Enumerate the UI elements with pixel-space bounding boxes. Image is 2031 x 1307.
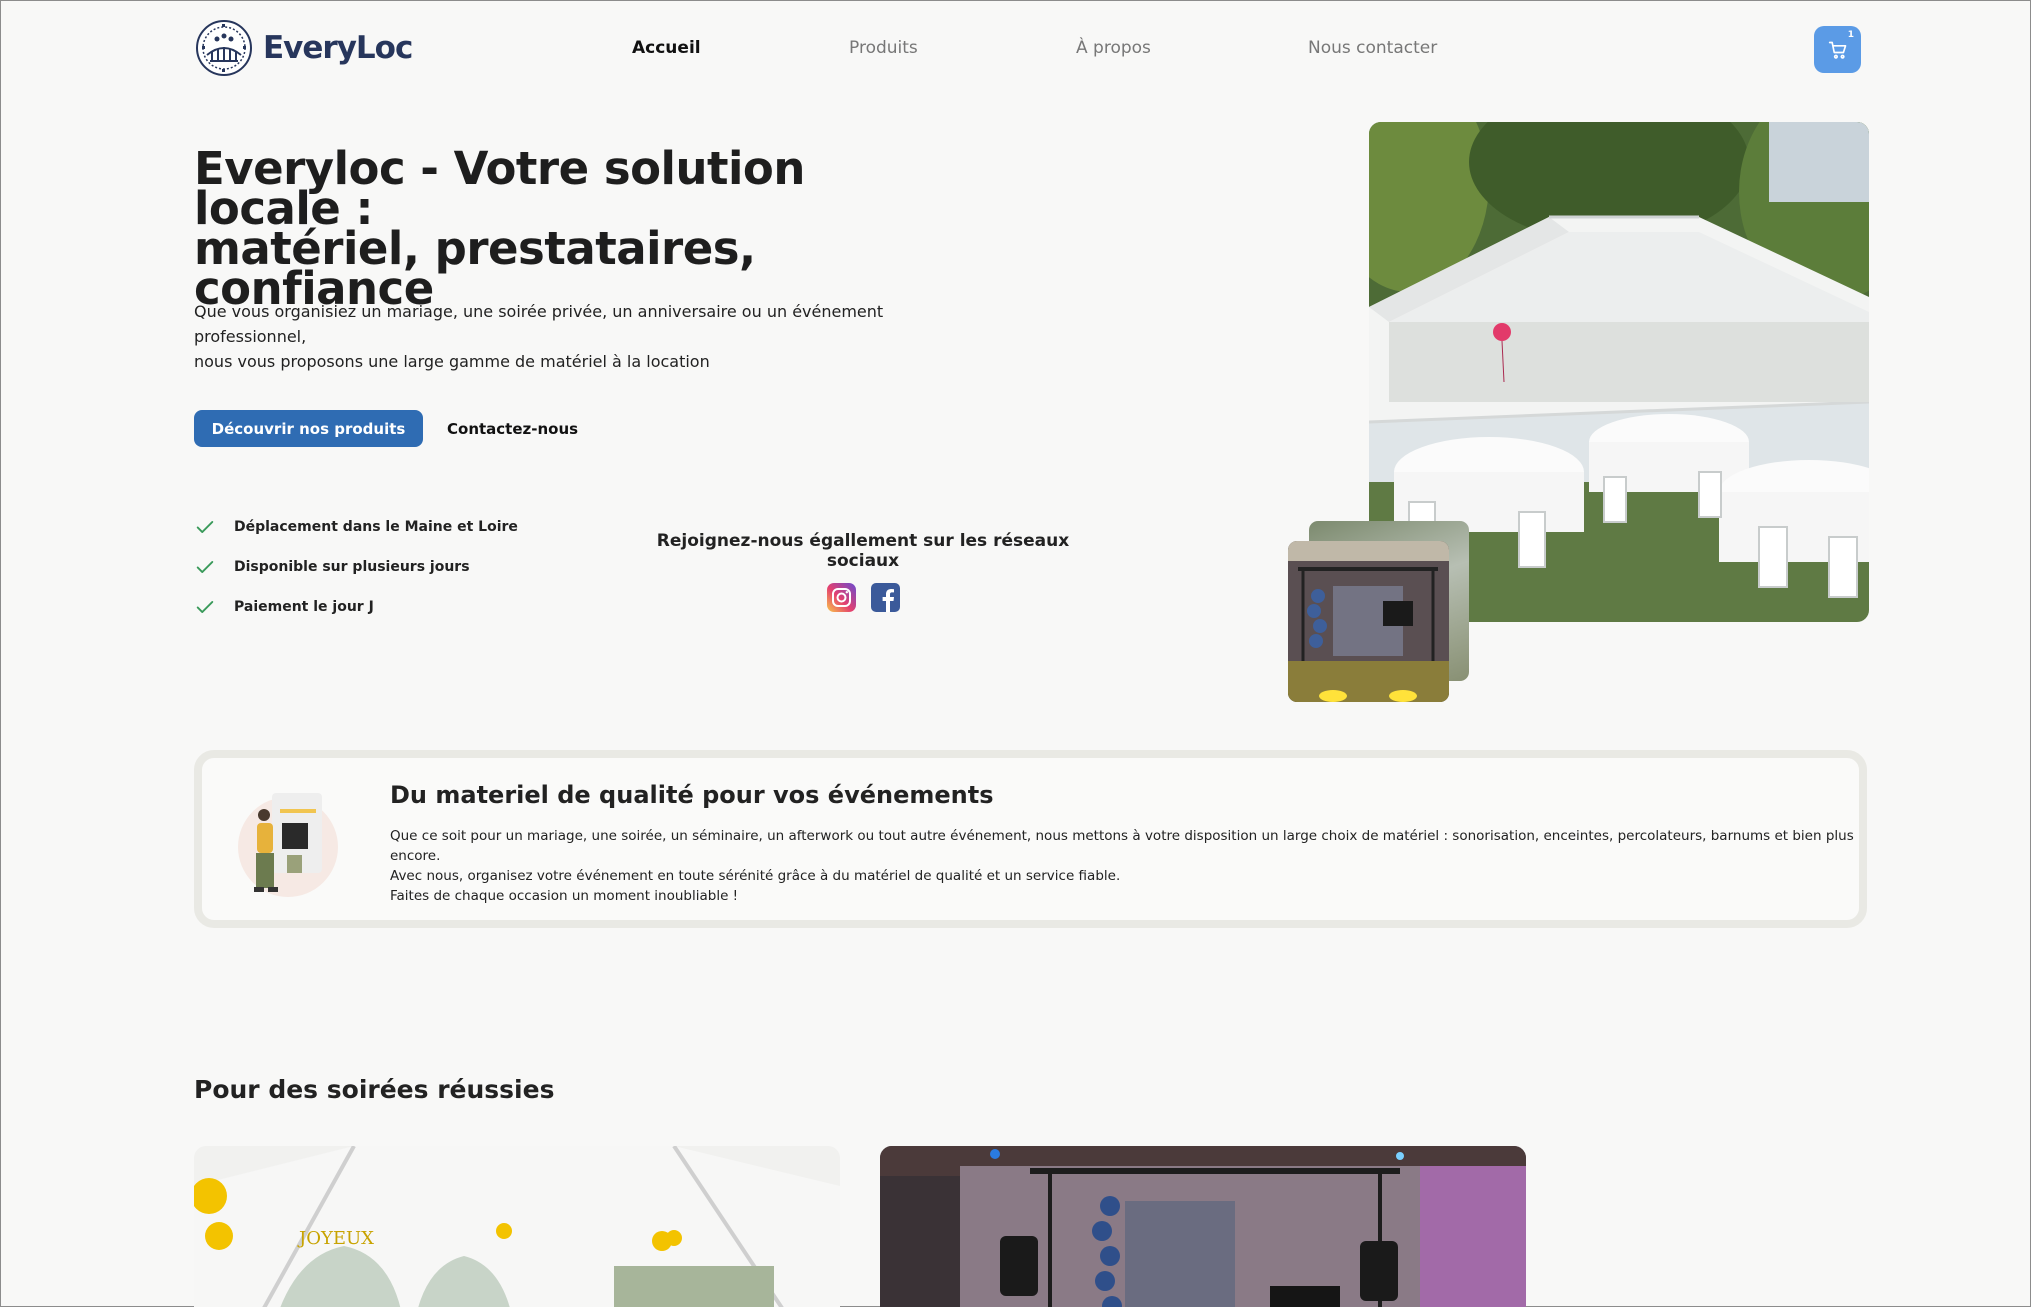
contact-us-button[interactable]: Contactez-nous — [447, 410, 578, 447]
quality-text-line-3: Faites de chaque occasion un moment inou… — [390, 888, 739, 904]
quality-card: Du materiel de qualité pour vos événemen… — [194, 750, 1867, 928]
nav-link-nous-contacter[interactable]: Nous contacter — [1308, 38, 1437, 58]
section-title: Pour des soirées réussies — [194, 1075, 555, 1104]
hero-title: Everyloc - Votre solution locale : matér… — [194, 146, 954, 311]
facebook-icon[interactable] — [870, 583, 900, 612]
nav-link-a-propos[interactable]: À propos — [1076, 38, 1151, 58]
feature-list: Déplacement dans le Maine et Loire Dispo… — [194, 507, 518, 627]
discover-products-button[interactable]: Découvrir nos produits — [194, 410, 423, 447]
cart-count-badge: 1 — [1847, 30, 1854, 40]
feature-item: Déplacement dans le Maine et Loire — [194, 507, 518, 547]
social-title: Rejoignez-nous égallement sur les réseau… — [656, 531, 1070, 571]
feature-item: Disponible sur plusieurs jours — [194, 547, 518, 587]
birthday-tent-card-image[interactable]: JOYEUX — [194, 1146, 840, 1307]
nav-link-accueil[interactable]: Accueil — [632, 38, 701, 58]
quality-text-line-2: Avec nous, organisez votre événement en … — [390, 868, 1121, 884]
hero-description: Que vous organisiez un mariage, une soir… — [194, 299, 994, 374]
feature-label: Disponible sur plusieurs jours — [234, 559, 470, 575]
feature-item: Paiement le jour J — [194, 587, 518, 627]
instagram-icon[interactable] — [826, 583, 856, 612]
check-icon — [196, 521, 214, 533]
dj-stage-photo — [1288, 541, 1449, 702]
check-icon — [196, 601, 214, 613]
hero-description-line-2: nous vous proposons une large gamme de m… — [194, 352, 710, 371]
main-menu: Accueil Produits À propos Nous contacter — [1, 38, 2030, 62]
dj-stage-illustration — [1288, 541, 1449, 702]
social-icons — [621, 583, 1105, 612]
top-navigation: EveryLoc Accueil Produits À propos Nous … — [1, 1, 2030, 101]
delivery-person-illustration — [238, 793, 338, 897]
cart-button[interactable]: 1 — [1814, 26, 1861, 73]
nav-link-produits[interactable]: Produits — [849, 38, 918, 58]
feature-label: Paiement le jour J — [234, 599, 374, 615]
birthday-tent-illustration: JOYEUX — [194, 1146, 840, 1307]
hero-description-line-1: Que vous organisiez un mariage, une soir… — [194, 302, 884, 346]
quality-title: Du materiel de qualité pour vos événemen… — [390, 781, 994, 809]
cart-icon — [1828, 41, 1846, 59]
check-icon — [196, 561, 214, 573]
quality-text: Que ce soit pour un mariage, une soirée,… — [390, 826, 1860, 906]
quality-text-line-1: Que ce soit pour un mariage, une soirée,… — [390, 828, 1854, 864]
social-section: Rejoignez-nous égallement sur les réseau… — [621, 531, 1105, 612]
dj-party-illustration — [880, 1146, 1526, 1307]
dj-party-card-image[interactable] — [880, 1146, 1526, 1307]
tent-banner-text: JOYEUX — [297, 1228, 374, 1249]
feature-label: Déplacement dans le Maine et Loire — [234, 519, 518, 535]
